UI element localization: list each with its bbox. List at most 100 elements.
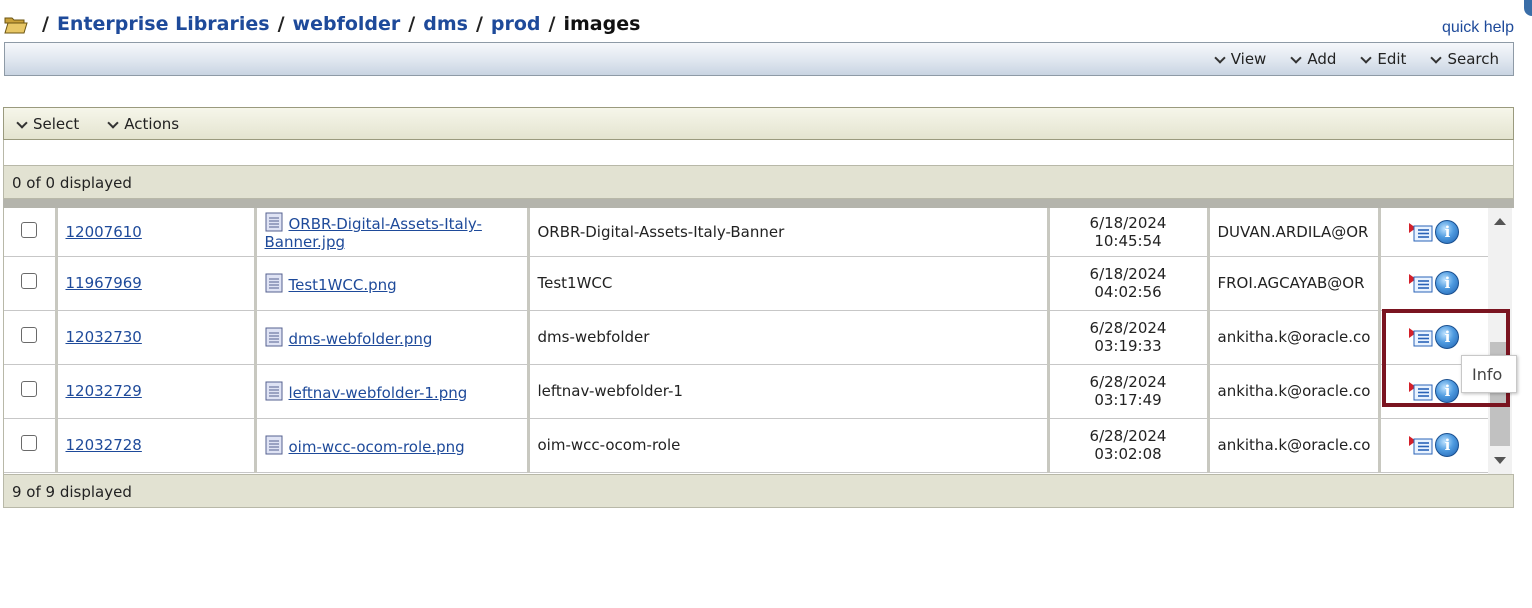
actions-menu-label: Actions: [124, 115, 180, 133]
document-icon: [265, 327, 282, 346]
release-date: 6/28/2024: [1089, 373, 1167, 391]
author-cell: DUVAN.ARDILA@OR: [1206, 208, 1380, 257]
info-icon[interactable]: i: [1435, 271, 1460, 295]
chevron-down-icon: [107, 119, 118, 130]
checkbox-cell: [4, 208, 56, 257]
date-cell: 6/18/2024 04:02:56: [1046, 256, 1208, 311]
date-cell: 6/28/2024 03:17:49: [1046, 364, 1208, 419]
date-cell: 6/18/2024 10:45:54: [1046, 208, 1208, 257]
title-text: dms-webfolder: [537, 328, 650, 346]
scroll-down-arrow-icon[interactable]: [1494, 457, 1506, 464]
id-cell: 11967969: [54, 256, 255, 311]
checkbox-cell: [4, 256, 56, 311]
add-menu-label: Add: [1307, 50, 1337, 68]
author-text: ankitha.k@oracle.co: [1217, 382, 1371, 400]
actions-cell: i: [1378, 208, 1500, 257]
author-cell: ankitha.k@oracle.co: [1206, 310, 1380, 365]
table-row: 12032730 dms-webfolder.png dms-webfolder…: [4, 310, 1500, 365]
row-checkbox[interactable]: [21, 435, 38, 451]
actions-menu[interactable]: Actions: [107, 115, 179, 133]
chevron-down-icon: [1430, 54, 1441, 65]
table-row: 12032729 leftnav-webfolder-1.png leftnav…: [4, 364, 1500, 419]
row-checkbox[interactable]: [21, 273, 38, 289]
author-cell: FROI.AGCAYAB@OR: [1206, 256, 1380, 311]
release-date: 6/28/2024: [1089, 319, 1167, 337]
chevron-down-icon: [1360, 54, 1371, 65]
breadcrumb: / Enterprise Libraries / webfolder / dms / prod…: [4, 12, 1516, 42]
title-text: Test1WCC: [537, 274, 613, 292]
checkbox-cell: [4, 364, 56, 419]
table-row: 12007610 ORBR-Digital-Assets-Italy-Banne…: [4, 208, 1500, 257]
breadcrumb-separator: /: [277, 13, 285, 35]
row-checkbox[interactable]: [21, 327, 38, 343]
row-checkbox[interactable]: [21, 221, 38, 238]
table-header-strip: [3, 199, 1514, 208]
content-id-link[interactable]: 12032730: [66, 328, 142, 346]
row-checkbox[interactable]: [21, 381, 38, 397]
chevron-down-icon: [1290, 54, 1301, 65]
filename-link[interactable]: dms-webfolder.png: [289, 330, 433, 348]
document-icon: [265, 212, 282, 232]
scroll-up-arrow-icon[interactable]: [1494, 218, 1506, 225]
title-cell: leftnav-webfolder-1: [526, 364, 1048, 419]
filename-cell: leftnav-webfolder-1.png: [253, 364, 528, 419]
list-toolbar: Select Actions: [3, 107, 1514, 140]
content-actions-icon[interactable]: [1409, 221, 1433, 243]
release-time: 04:02:56: [1094, 283, 1162, 301]
title-cell: dms-webfolder: [526, 310, 1048, 365]
release-time: 03:19:33: [1094, 337, 1162, 355]
title-cell: Test1WCC: [526, 256, 1048, 311]
quick-help-link[interactable]: quick help: [1442, 19, 1514, 37]
content-id-link[interactable]: 12032728: [66, 436, 142, 454]
checkbox-cell: [4, 310, 56, 365]
select-menu[interactable]: Select: [16, 115, 79, 133]
filename-cell: oim-wcc-ocom-role.png: [253, 418, 528, 473]
add-menu[interactable]: Add: [1290, 50, 1336, 68]
filename-link[interactable]: Test1WCC.png: [289, 276, 397, 294]
breadcrumb-enterprise-libraries[interactable]: Enterprise Libraries: [57, 13, 270, 35]
document-icon: [265, 273, 282, 292]
release-date: 6/28/2024: [1089, 427, 1167, 445]
content-id-link[interactable]: 11967969: [66, 274, 142, 292]
release-time: 03:02:08: [1094, 445, 1162, 463]
breadcrumb-dms[interactable]: dms: [423, 13, 468, 35]
info-icon[interactable]: i: [1435, 219, 1460, 244]
view-menu-label: View: [1230, 50, 1267, 68]
content-id-link[interactable]: 12007610: [66, 223, 142, 241]
actions-cell: i: [1378, 256, 1500, 311]
view-menu[interactable]: View: [1214, 50, 1267, 68]
results-table-viewport: 12007610 ORBR-Digital-Assets-Italy-Banne…: [3, 208, 1514, 474]
content-id-link[interactable]: 12032729: [66, 382, 142, 400]
release-date: 6/18/2024: [1089, 213, 1167, 232]
content-actions-icon[interactable]: [1409, 434, 1433, 456]
title-text: ORBR-Digital-Assets-Italy-Banner: [537, 222, 785, 241]
filename-cell: dms-webfolder.png: [253, 310, 528, 365]
info-icon[interactable]: i: [1435, 433, 1460, 457]
document-icon: [265, 381, 282, 400]
breadcrumb-webfolder[interactable]: webfolder: [293, 13, 401, 35]
author-text: ankitha.k@oracle.co: [1217, 328, 1371, 346]
content-actions-icon[interactable]: [1409, 272, 1433, 294]
author-cell: ankitha.k@oracle.co: [1206, 418, 1380, 473]
bottom-count-status: 9 of 9 displayed: [3, 474, 1514, 508]
id-cell: 12032728: [54, 418, 255, 473]
breadcrumb-current-folder: images: [563, 13, 641, 35]
breadcrumb-separator: /: [42, 13, 49, 35]
filename-link[interactable]: ORBR-Digital-Assets-Italy-Banner.jpg: [265, 215, 482, 251]
author-cell: ankitha.k@oracle.co: [1206, 364, 1380, 419]
filename-link[interactable]: leftnav-webfolder-1.png: [289, 384, 468, 402]
date-cell: 6/28/2024 03:02:08: [1046, 418, 1208, 473]
filename-link[interactable]: oim-wcc-ocom-role.png: [289, 438, 465, 456]
breadcrumb-separator: /: [548, 13, 556, 35]
filename-cell: Test1WCC.png: [253, 256, 528, 311]
info-tooltip: Info: [1461, 355, 1517, 393]
table-row: 12032728 oim-wcc-ocom-role.png oim-wcc-o…: [4, 418, 1500, 473]
breadcrumb-separator: /: [475, 13, 483, 35]
breadcrumb-prod[interactable]: prod: [491, 13, 541, 35]
author-text: DUVAN.ARDILA@OR: [1217, 222, 1369, 241]
author-text: ankitha.k@oracle.co: [1217, 436, 1371, 454]
search-menu-label: Search: [1447, 50, 1499, 68]
edit-menu[interactable]: Edit: [1360, 50, 1406, 68]
id-cell: 12007610: [54, 208, 255, 257]
search-menu[interactable]: Search: [1430, 50, 1499, 68]
